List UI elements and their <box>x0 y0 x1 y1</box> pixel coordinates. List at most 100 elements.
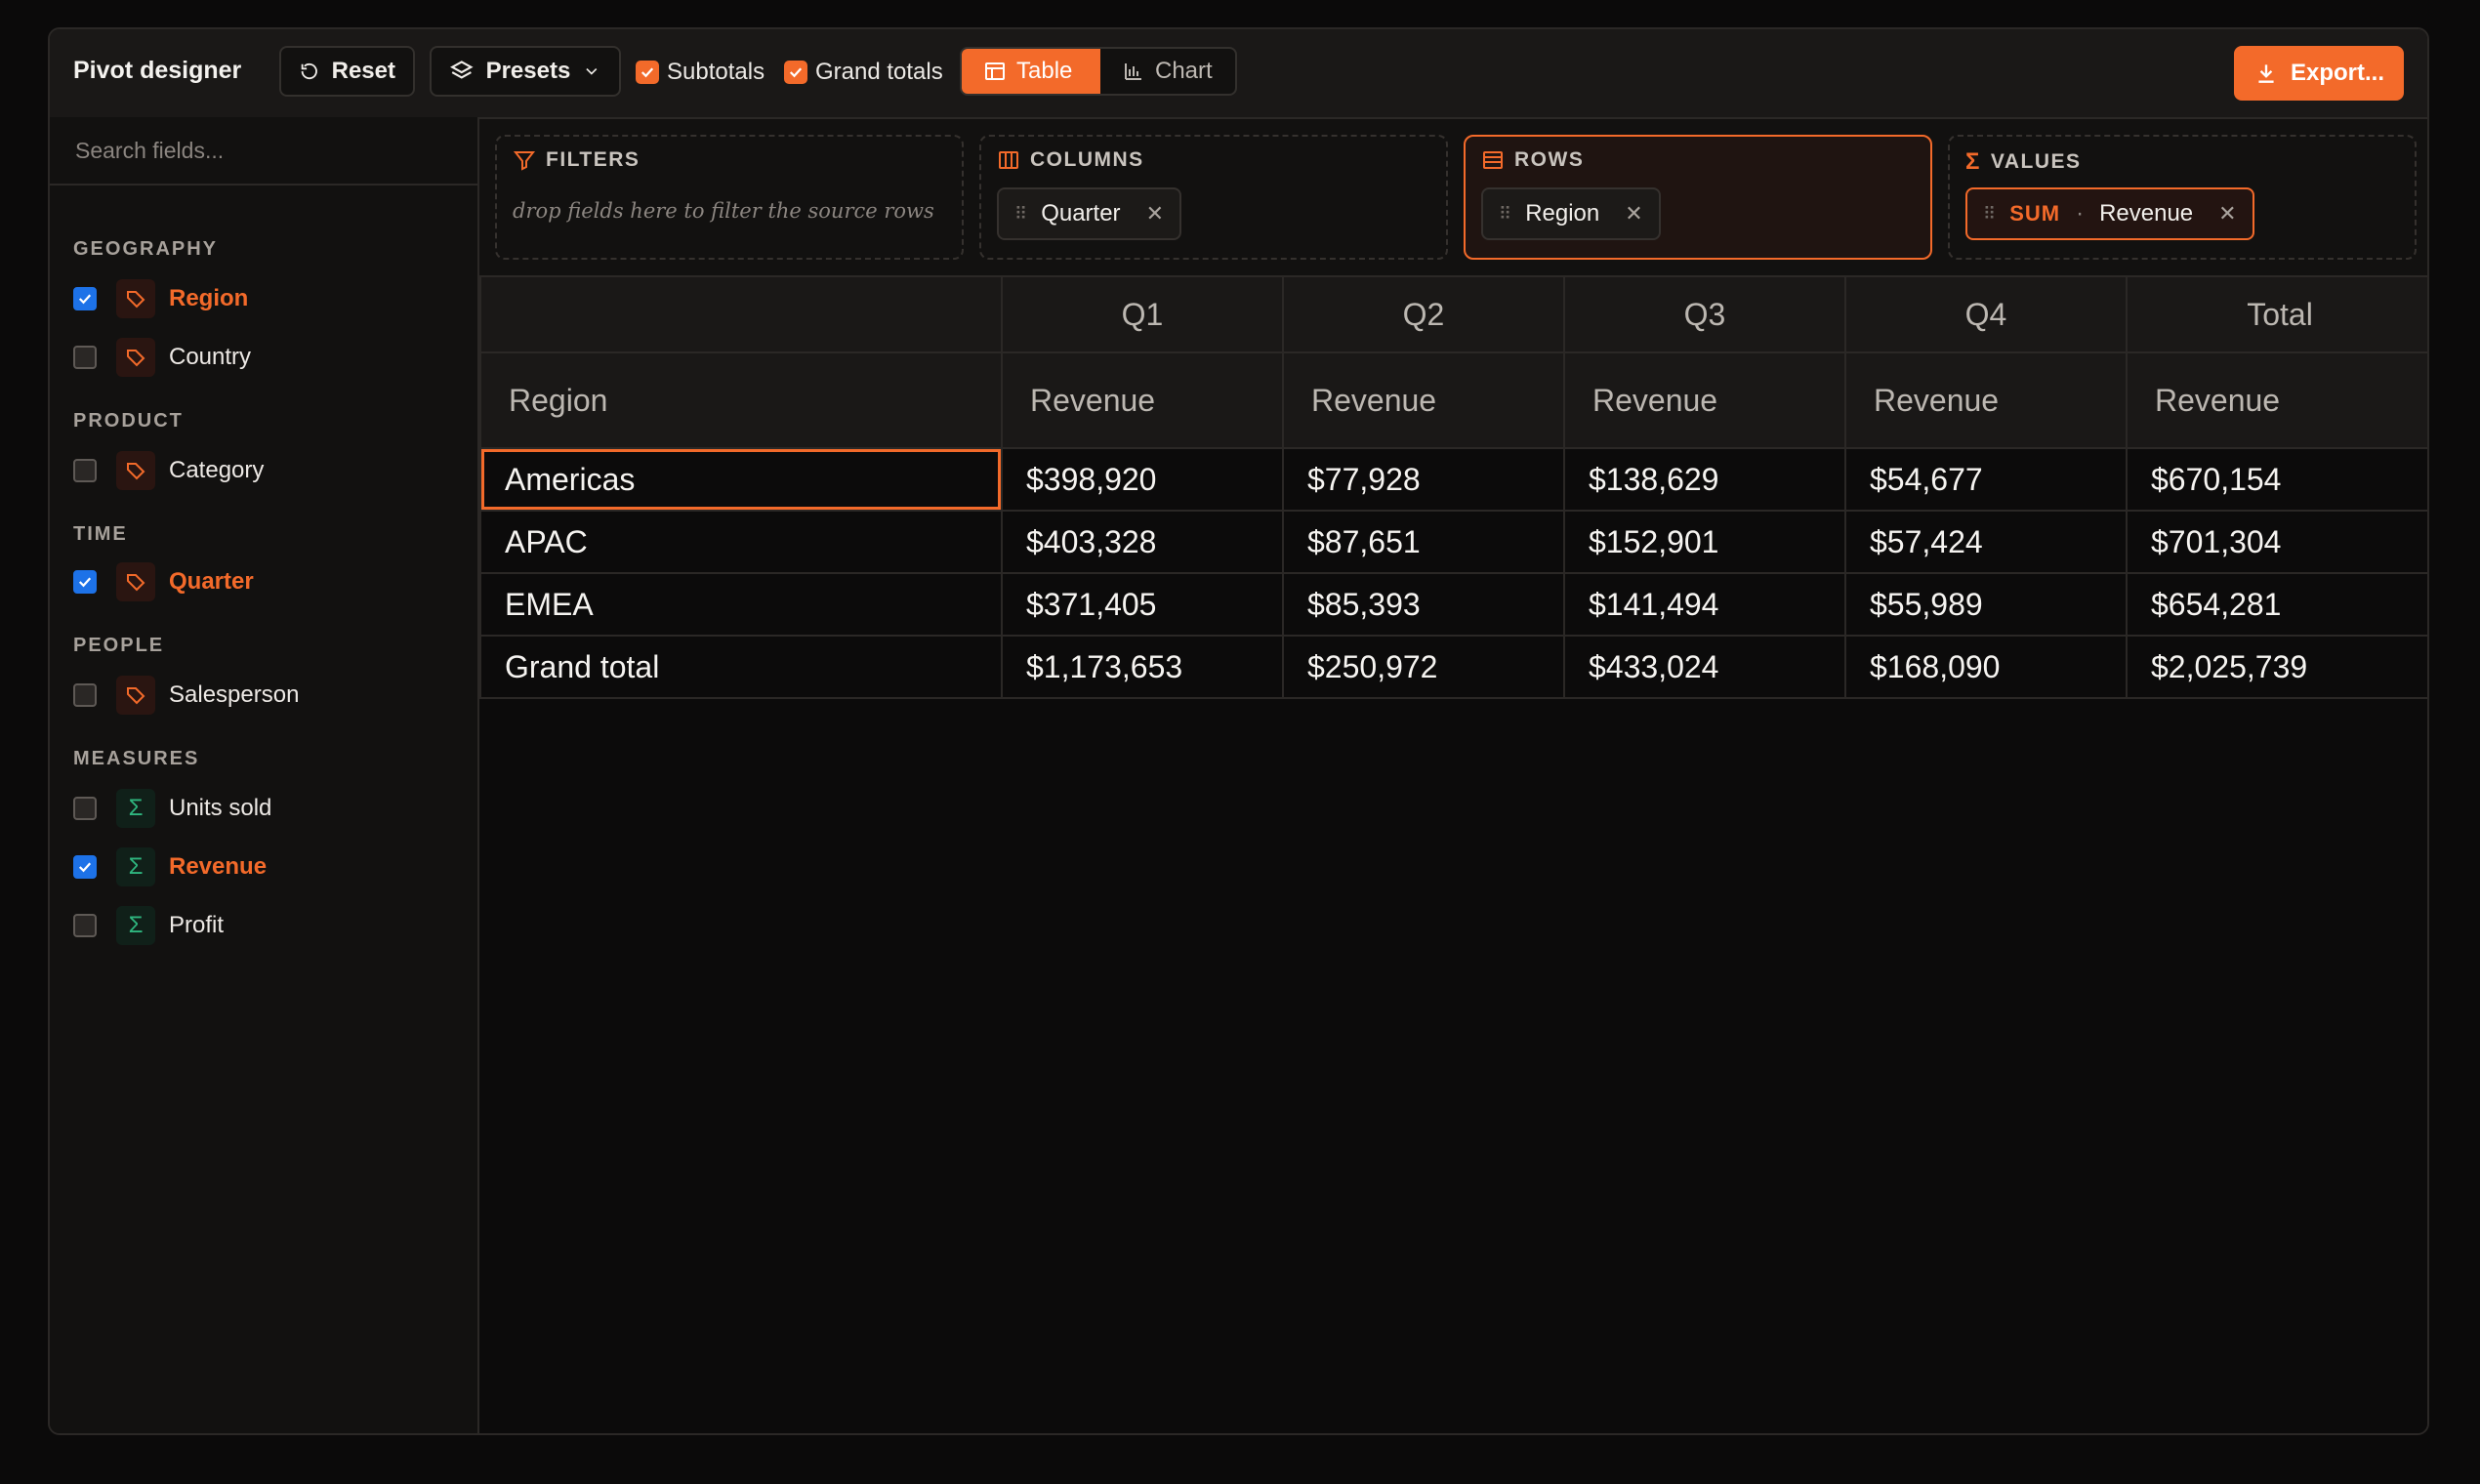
filter-icon <box>513 151 536 171</box>
row-label-cell[interactable]: Grand total <box>479 635 1003 699</box>
filters-zone-title: FILTERS <box>513 148 640 172</box>
checkbox-unchecked-icon[interactable] <box>73 346 97 369</box>
column-header-q4[interactable]: Q4 <box>1844 275 2128 353</box>
drag-handle-icon[interactable]: ⠿ <box>1499 204 1511 225</box>
measure-header: Revenue <box>1001 351 1284 449</box>
checkbox-unchecked-icon[interactable] <box>73 797 97 820</box>
field-label: Quarter <box>169 568 254 595</box>
checkbox-unchecked-icon[interactable] <box>73 459 97 482</box>
values-zone[interactable]: Σ VALUES ⠿ SUM · Revenue ✕ <box>1948 135 2417 260</box>
value-cell[interactable]: $85,393 <box>1282 572 1565 637</box>
field-label: Units sold <box>169 795 272 821</box>
columns-title-label: COLUMNS <box>1030 148 1144 171</box>
remove-chip-icon[interactable]: ✕ <box>1625 201 1642 227</box>
column-header-q1[interactable]: Q1 <box>1001 275 1284 353</box>
filters-title-label: FILTERS <box>546 148 641 171</box>
field-salesperson[interactable]: Salesperson <box>73 676 299 715</box>
field-profit[interactable]: Σ Profit <box>73 906 224 945</box>
field-country[interactable]: Country <box>73 338 251 377</box>
value-cell[interactable]: $168,090 <box>1844 635 2128 699</box>
field-quarter[interactable]: Quarter <box>73 562 254 601</box>
subtotals-checkbox[interactable]: Subtotals <box>636 59 765 86</box>
value-cell[interactable]: $398,920 <box>1001 447 1284 512</box>
value-cell[interactable]: $403,328 <box>1001 510 1284 574</box>
column-header-total[interactable]: Total <box>2126 275 2427 353</box>
value-cell[interactable]: $141,494 <box>1563 572 1846 637</box>
field-revenue[interactable]: Σ Revenue <box>73 847 267 886</box>
row-label-cell[interactable]: Americas <box>479 447 1003 512</box>
column-header-q2[interactable]: Q2 <box>1282 275 1565 353</box>
pivot-drop-zones: FILTERS drop fields here to filter the s… <box>479 117 2427 275</box>
checkbox-unchecked-icon[interactable] <box>73 914 97 937</box>
reset-button[interactable]: Reset <box>279 46 415 97</box>
check-icon <box>784 61 807 84</box>
aggregation-label[interactable]: SUM <box>2009 201 2060 227</box>
tag-icon <box>116 676 155 715</box>
group-title-measures: MEASURES <box>73 748 200 769</box>
export-button[interactable]: Export... <box>2234 46 2404 101</box>
field-region[interactable]: Region <box>73 279 248 318</box>
tag-icon <box>116 279 155 318</box>
value-cell[interactable]: $57,424 <box>1844 510 2128 574</box>
measure-header-row: Region Revenue Revenue Revenue Revenue R… <box>479 351 2427 449</box>
pivot-designer-window: Pivot designer Reset Presets Subtotals G… <box>48 27 2429 1435</box>
column-header-q3[interactable]: Q3 <box>1563 275 1846 353</box>
value-cell[interactable]: $152,901 <box>1563 510 1846 574</box>
drag-handle-icon[interactable]: ⠿ <box>1014 204 1027 225</box>
rows-chip-region[interactable]: ⠿ Region ✕ <box>1481 187 1661 240</box>
checkbox-checked-icon[interactable] <box>73 287 97 310</box>
row-header-region[interactable]: Region <box>479 351 1003 449</box>
remove-chip-icon[interactable]: ✕ <box>2218 201 2236 227</box>
value-cell[interactable]: $371,405 <box>1001 572 1284 637</box>
check-icon <box>636 61 659 84</box>
field-units-sold[interactable]: Σ Units sold <box>73 789 271 828</box>
value-cell[interactable]: $55,989 <box>1844 572 2128 637</box>
table-icon <box>985 62 1005 80</box>
columns-zone[interactable]: COLUMNS ⠿ Quarter ✕ <box>979 135 1448 260</box>
remove-chip-icon[interactable]: ✕ <box>1146 201 1164 227</box>
table-row: Americas $398,920 $77,928 $138,629 $54,6… <box>479 447 2427 512</box>
grand-total-row: Grand total $1,173,653 $250,972 $433,024… <box>479 635 2427 699</box>
value-cell[interactable]: $87,651 <box>1282 510 1565 574</box>
sigma-icon: Σ <box>116 789 155 828</box>
tag-icon <box>116 451 155 490</box>
sigma-icon: Σ <box>1965 148 1981 175</box>
row-label-cell[interactable]: APAC <box>479 510 1003 574</box>
view-chart-button[interactable]: Chart <box>1100 49 1235 94</box>
row-label-cell[interactable]: EMEA <box>479 572 1003 637</box>
value-cell[interactable]: $138,629 <box>1563 447 1846 512</box>
measure-header: Revenue <box>1282 351 1565 449</box>
columns-chip-quarter[interactable]: ⠿ Quarter ✕ <box>997 187 1181 240</box>
grand-totals-checkbox[interactable]: Grand totals <box>784 59 943 86</box>
value-cell[interactable]: $670,154 <box>2126 447 2427 512</box>
value-cell[interactable]: $77,928 <box>1282 447 1565 512</box>
rows-icon <box>1483 151 1503 169</box>
value-cell[interactable]: $654,281 <box>2126 572 2427 637</box>
values-chip-revenue[interactable]: ⠿ SUM · Revenue ✕ <box>1965 187 2254 240</box>
drag-handle-icon[interactable]: ⠿ <box>1983 204 1996 225</box>
presets-dropdown[interactable]: Presets <box>430 46 621 97</box>
value-cell[interactable]: $250,972 <box>1282 635 1565 699</box>
value-cell[interactable]: $1,173,653 <box>1001 635 1284 699</box>
view-table-button[interactable]: Table <box>962 49 1100 94</box>
field-category[interactable]: Category <box>73 451 264 490</box>
value-cell[interactable]: $2,025,739 <box>2126 635 2427 699</box>
field-label: Region <box>169 285 249 311</box>
chip-label: Quarter <box>1041 200 1121 227</box>
checkbox-checked-icon[interactable] <box>73 570 97 594</box>
chevron-down-icon <box>586 67 598 75</box>
presets-label: Presets <box>485 58 571 84</box>
export-label: Export... <box>2290 60 2384 86</box>
checkbox-checked-icon[interactable] <box>73 855 97 879</box>
tag-icon <box>116 338 155 377</box>
filters-zone[interactable]: FILTERS drop fields here to filter the s… <box>495 135 964 260</box>
group-title-people: PEOPLE <box>73 635 165 656</box>
columns-zone-title: COLUMNS <box>997 148 1144 172</box>
columns-icon <box>999 151 1018 169</box>
rows-zone[interactable]: ROWS ⠿ Region ✕ <box>1464 135 1932 260</box>
value-cell[interactable]: $701,304 <box>2126 510 2427 574</box>
checkbox-unchecked-icon[interactable] <box>73 683 97 707</box>
search-input[interactable] <box>73 136 448 165</box>
value-cell[interactable]: $433,024 <box>1563 635 1846 699</box>
value-cell[interactable]: $54,677 <box>1844 447 2128 512</box>
